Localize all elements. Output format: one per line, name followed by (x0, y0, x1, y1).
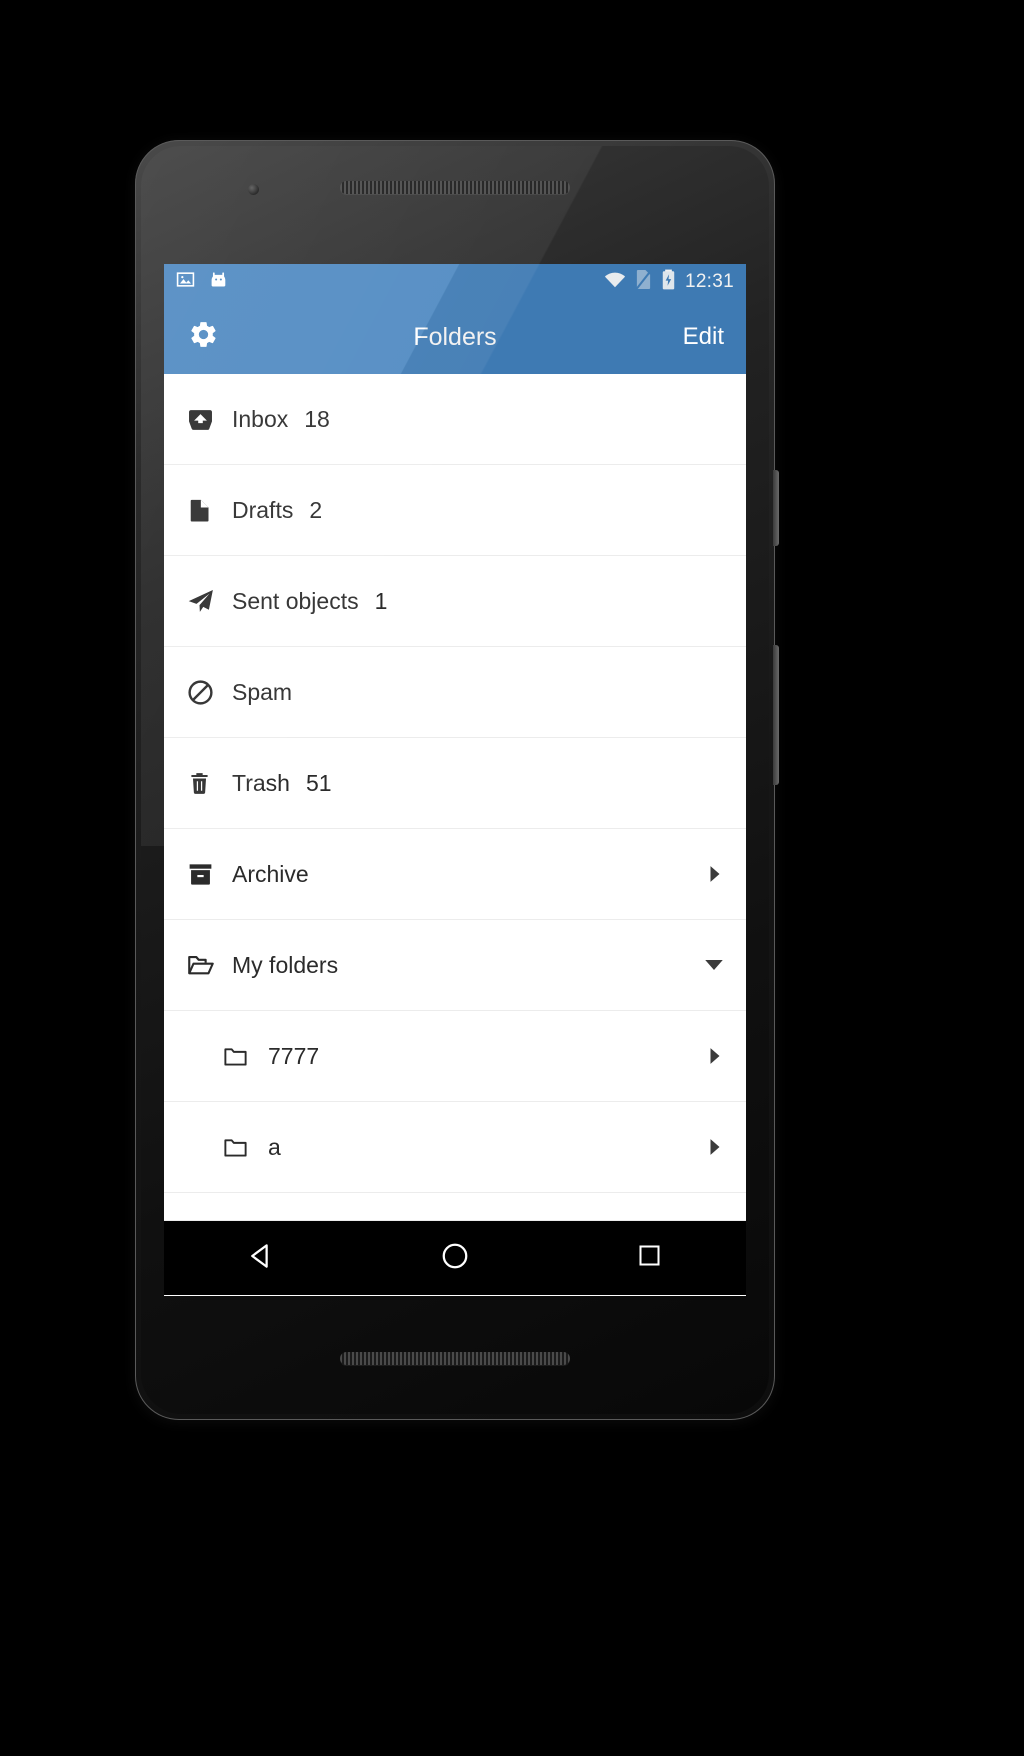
list-item-label: Drafts (232, 496, 294, 523)
list-item-inbox[interactable]: Inbox 18 (164, 374, 746, 465)
list-item-subfolder-7777[interactable]: 7777 (164, 1011, 746, 1102)
trash-icon (186, 770, 232, 797)
app-toolbar: Folders Edit (164, 300, 746, 374)
list-item-spam[interactable]: Spam (164, 647, 746, 738)
android-navigation-bar (164, 1221, 746, 1295)
folder-icon (222, 1043, 268, 1070)
list-item-count: 1 (374, 587, 388, 614)
list-item-drafts[interactable]: Drafts 2 (164, 465, 746, 556)
document-icon (186, 497, 232, 524)
no-sim-icon (635, 269, 652, 295)
front-camera (248, 184, 259, 195)
wifi-icon (604, 270, 626, 294)
list-item-count: 2 (309, 496, 323, 523)
chevron-right-icon[interactable] (706, 865, 724, 883)
recents-button[interactable] (609, 1221, 689, 1295)
battery-charging-icon (661, 269, 676, 295)
list-item-label: Sent objects (232, 587, 359, 614)
status-bar: 12:31 (164, 264, 746, 300)
chevron-down-icon[interactable] (704, 955, 724, 975)
power-button[interactable] (773, 470, 779, 546)
status-bar-clock: 12:31 (684, 271, 734, 292)
inbox-icon (186, 405, 232, 434)
list-item-label: Inbox (232, 405, 289, 432)
home-button[interactable] (415, 1221, 495, 1295)
settings-button[interactable] (186, 320, 220, 354)
list-item-label: 7777 (268, 1042, 320, 1069)
phone-device: 12:31 Folders Edit Inbox 18 Drafts 2 Sen… (135, 140, 779, 1420)
chevron-right-icon[interactable] (706, 1047, 724, 1065)
block-icon (186, 678, 232, 707)
archive-box-icon (186, 860, 232, 889)
list-item-label: Spam (232, 678, 293, 705)
gear-icon (188, 319, 219, 355)
back-button[interactable] (221, 1221, 301, 1295)
chevron-right-icon[interactable] (706, 1138, 724, 1156)
folder-icon (222, 1134, 268, 1161)
list-item-my-folders[interactable]: My folders (164, 920, 746, 1011)
folder-list: Inbox 18 Drafts 2 Sent objects 1 Spam Tr… (164, 374, 746, 1221)
back-triangle-icon (246, 1241, 276, 1276)
list-bottom-spacer (164, 1193, 746, 1221)
page-title: Folders (413, 322, 497, 351)
list-item-label: Archive (232, 860, 309, 887)
phone-screen: 12:31 Folders Edit Inbox 18 Drafts 2 Sen… (164, 264, 746, 1296)
volume-button[interactable] (773, 645, 779, 785)
list-item-label: a (268, 1133, 281, 1160)
paper-plane-icon (186, 586, 232, 616)
list-item-count: 18 (304, 405, 330, 432)
list-item-archive[interactable]: Archive (164, 829, 746, 920)
list-item-sent-objects[interactable]: Sent objects 1 (164, 556, 746, 647)
list-item-label: My folders (232, 951, 339, 978)
bottom-speaker (340, 1352, 570, 1365)
earpiece-speaker (340, 181, 570, 194)
list-item-trash[interactable]: Trash 51 (164, 738, 746, 829)
list-item-subfolder-a[interactable]: a (164, 1102, 746, 1193)
edit-button[interactable]: Edit (683, 323, 724, 351)
home-circle-icon (440, 1241, 470, 1276)
list-item-count: 51 (305, 769, 332, 796)
recents-square-icon (636, 1242, 663, 1274)
status-bar-notifications (176, 270, 228, 294)
image-icon (176, 270, 195, 294)
list-item-label: Trash (232, 769, 290, 796)
screenshot-root: 12:31 Folders Edit Inbox 18 Drafts 2 Sen… (0, 0, 1024, 1756)
status-bar-system-icons: 12:31 (604, 269, 734, 295)
android-head-icon (209, 270, 228, 294)
open-folder-icon (186, 950, 232, 980)
